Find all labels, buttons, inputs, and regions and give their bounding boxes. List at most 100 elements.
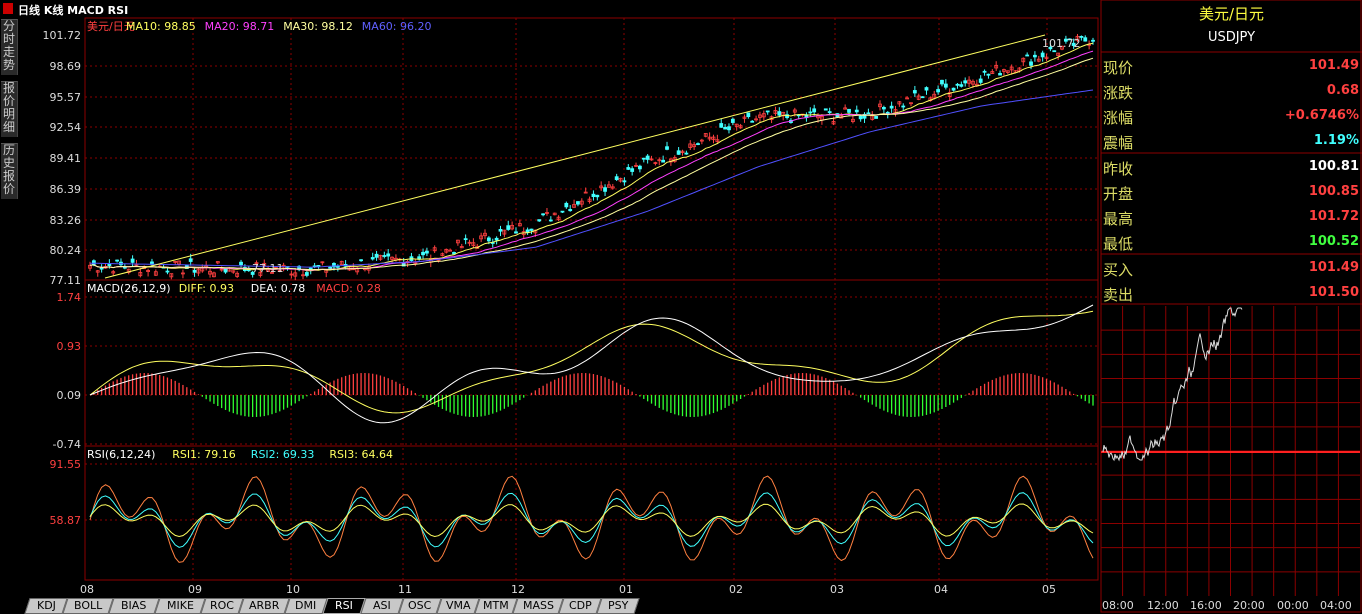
candle-body xyxy=(374,253,379,258)
trend-line xyxy=(104,34,1046,279)
quote-row: 最低 100.52 xyxy=(1101,229,1362,254)
indicator-tab-mass[interactable]: MASS xyxy=(512,598,564,614)
mini-x-tick: 16:00 xyxy=(1190,599,1222,612)
candle-body xyxy=(924,87,929,91)
quote-label: 开盘 xyxy=(1103,185,1134,203)
macd-legend-item: MACD(26,12,9) xyxy=(87,282,171,295)
candle-body xyxy=(165,270,170,273)
candle-body xyxy=(982,70,987,73)
quote-row: 开盘 100.85 xyxy=(1101,179,1362,204)
y-tick-label: 95.57 xyxy=(50,91,82,104)
indicator-tab-cdp[interactable]: CDP xyxy=(558,598,602,614)
candle-body xyxy=(959,84,964,87)
candle-body xyxy=(723,126,728,130)
x-tick-label: 03 xyxy=(830,583,844,596)
y-tick-label: 58.87 xyxy=(50,514,82,527)
quote-value: 101.50 xyxy=(1308,285,1359,300)
quote-label: 昨收 xyxy=(1103,160,1134,178)
candle-body xyxy=(858,115,863,120)
kline-legend-item: MA30: 98.12 xyxy=(283,20,353,33)
drawn-lines xyxy=(88,33,1095,563)
candle-body xyxy=(576,201,580,205)
indicator-tab-roc[interactable]: ROC xyxy=(200,598,244,614)
indicator-tab-mike[interactable]: MIKE xyxy=(154,598,206,614)
quote-value: 101.72 xyxy=(1308,209,1359,224)
quote-row: 最高 101.72 xyxy=(1101,204,1362,229)
y-tick-label: 80.24 xyxy=(50,244,82,257)
candle-body xyxy=(765,110,770,113)
indicator-tab-vma[interactable]: VMA xyxy=(436,598,480,614)
indicator-tab-arbr[interactable]: ARBR xyxy=(238,598,290,614)
y-tick-label: 91.55 xyxy=(50,458,82,471)
candle-body xyxy=(1033,54,1037,58)
kline-legend-item: MA60: 96.20 xyxy=(362,20,432,33)
indicator-tab-rsi[interactable]: RSI xyxy=(322,598,366,614)
x-tick-label: 09 xyxy=(188,583,202,596)
macd-legend-item: MACD: 0.28 xyxy=(316,282,381,295)
candle-body xyxy=(239,261,243,266)
ma60-line xyxy=(90,89,1094,268)
candle-body xyxy=(936,89,940,93)
quote-row: 涨幅 +0.6746% xyxy=(1101,103,1362,128)
indicator-tab-osc[interactable]: OSC xyxy=(398,598,442,614)
candle-body xyxy=(978,78,983,83)
candle-body xyxy=(537,219,542,222)
quote-row: 震幅 1.19% xyxy=(1101,128,1362,153)
candle-body xyxy=(626,167,631,170)
rsi-legend-item: RSI(6,12,24) xyxy=(87,448,155,461)
candle-body xyxy=(568,209,573,212)
quote-label: 震幅 xyxy=(1103,134,1134,152)
quote-value: 0.68 xyxy=(1326,83,1359,98)
candle-body xyxy=(359,259,363,262)
rsi-legend-item: RSI1: 79.16 xyxy=(172,448,236,461)
quote-row: 买入 101.49 xyxy=(1101,255,1362,280)
candle-body xyxy=(777,111,782,116)
indicator-tab-label: VMA xyxy=(445,599,471,612)
x-tick-label: 05 xyxy=(1042,583,1056,596)
x-tick-label: 11 xyxy=(398,583,412,596)
quote-value: 100.81 xyxy=(1308,159,1359,174)
high-label: 101.72 xyxy=(1042,37,1081,50)
quote-label: 涨幅 xyxy=(1103,109,1134,127)
x-tick-label: 02 xyxy=(729,583,743,596)
indicator-tab-asi[interactable]: ASI xyxy=(360,598,404,614)
indicator-tab-label: KDJ xyxy=(36,599,56,612)
y-tick-label: 92.54 xyxy=(50,121,82,134)
indicator-tab-label: OSC xyxy=(408,599,432,612)
mini-x-tick: 04:00 xyxy=(1320,599,1352,612)
indicator-tab-bias[interactable]: BIAS xyxy=(108,598,160,614)
indicator-tab-label: PSY xyxy=(607,599,629,612)
ma30-line xyxy=(89,57,1094,271)
indicator-tab-dmi[interactable]: DMI xyxy=(284,598,328,614)
indicator-tab-mtm[interactable]: MTM xyxy=(474,598,518,614)
candle-body xyxy=(1052,50,1057,53)
candle-body xyxy=(304,272,309,276)
low-label: 77.11 xyxy=(252,262,284,275)
candle-body xyxy=(808,111,813,114)
x-tick-label: 12 xyxy=(511,583,525,596)
candle-body xyxy=(901,105,906,108)
candle-body xyxy=(812,108,817,113)
quote-label: 最高 xyxy=(1103,210,1134,228)
candle-body xyxy=(727,126,731,131)
indicator-tab-label: MTM xyxy=(483,599,509,612)
indicator-tab-boll[interactable]: BOLL xyxy=(62,598,114,614)
indicator-tab-label: BIAS xyxy=(121,599,147,612)
candle-body xyxy=(943,83,948,88)
macd-legend-item: DEA: 0.78 xyxy=(251,282,305,295)
candle-body xyxy=(421,251,425,256)
indicator-tab-label: RSI xyxy=(335,599,353,612)
indicator-tab-kdj[interactable]: KDJ xyxy=(24,598,68,614)
quote-value: 1.19% xyxy=(1313,133,1359,148)
candle-body xyxy=(316,265,321,267)
candle-body xyxy=(506,225,511,230)
x-tick-label: 04 xyxy=(934,583,948,596)
candle-body xyxy=(130,258,135,263)
candle-body xyxy=(955,83,960,86)
mini-x-tick: 12:00 xyxy=(1147,599,1179,612)
candle-body xyxy=(750,120,755,123)
candle-body xyxy=(665,146,669,150)
candle-body xyxy=(1040,52,1045,58)
quote-row: 涨跌 0.68 xyxy=(1101,78,1362,103)
indicator-tab-psy[interactable]: PSY xyxy=(596,598,640,614)
